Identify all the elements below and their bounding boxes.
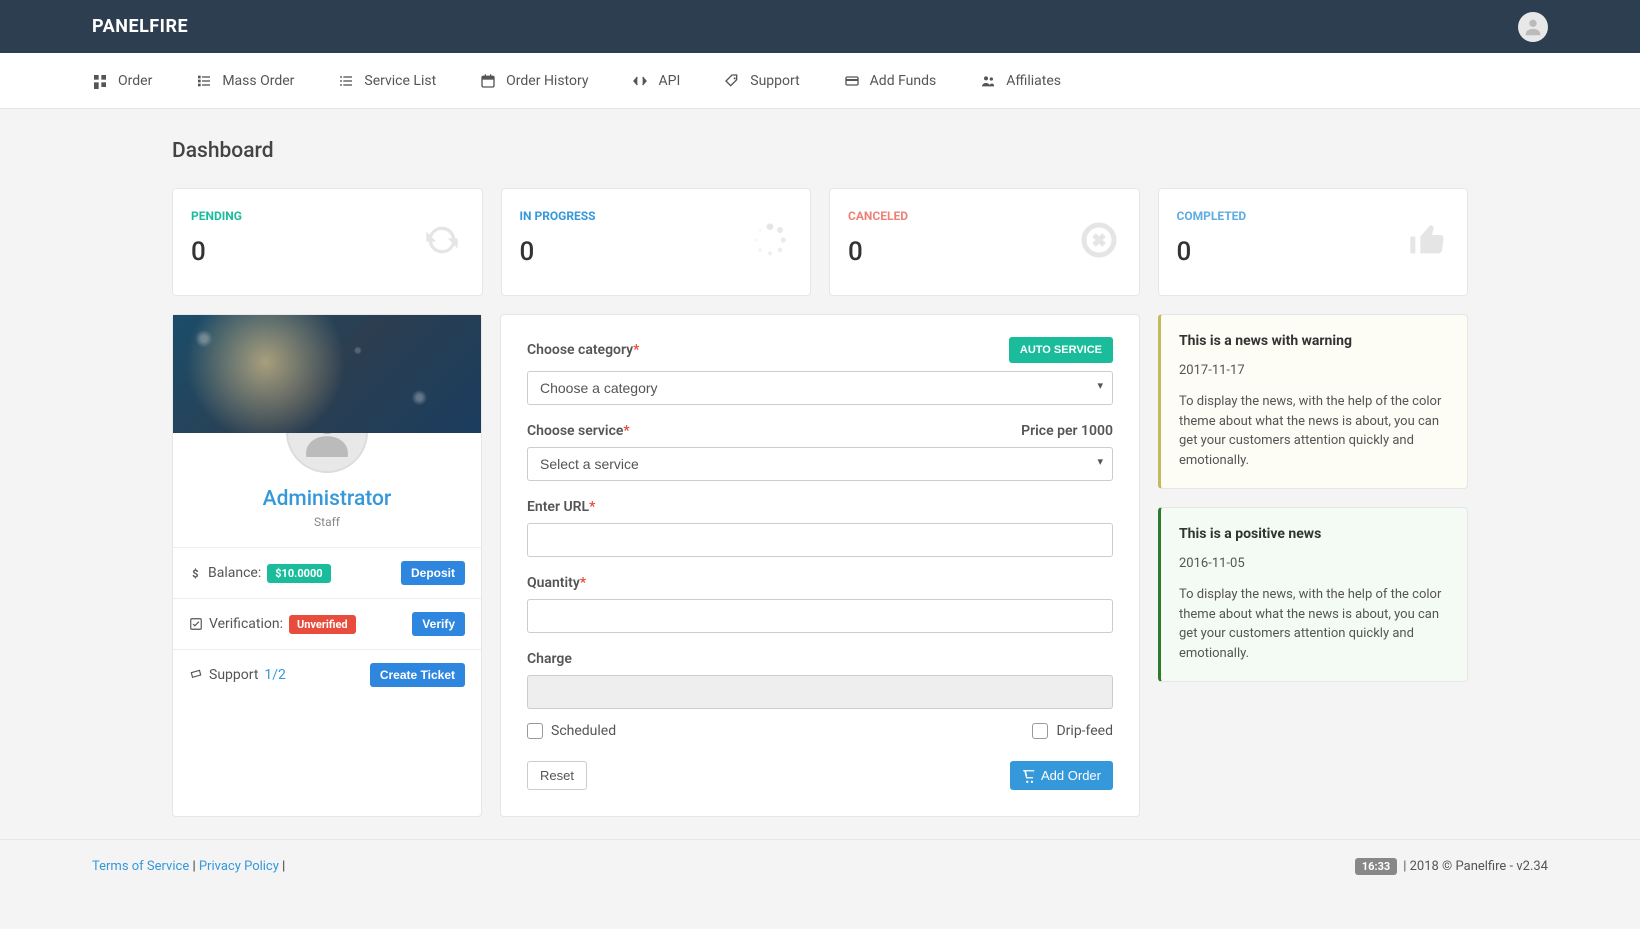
quantity-label: Quantity*	[527, 575, 1113, 591]
user-avatar[interactable]	[1518, 12, 1548, 42]
support-row: Support 1/2 Create Ticket	[173, 649, 481, 700]
nav-label: Mass Order	[222, 73, 294, 89]
nav-label: Service List	[364, 73, 436, 89]
news-date: 2016-11-05	[1179, 556, 1449, 571]
footer-time: 16:33	[1355, 858, 1397, 875]
card-icon	[844, 73, 860, 89]
category-select[interactable]: Choose a category	[527, 371, 1113, 405]
add-order-button[interactable]: Add Order	[1010, 761, 1113, 790]
verification-label: Verification:	[209, 616, 283, 632]
check-square-icon	[189, 617, 203, 631]
thumbs-up-icon	[1407, 220, 1447, 264]
verify-button[interactable]: Verify	[412, 612, 465, 636]
nav-bar: Order Mass Order Service List Order Hist…	[0, 53, 1640, 109]
order-form-card: Choose category* AUTO SERVICE Choose a c…	[500, 314, 1140, 817]
url-label: Enter URL*	[527, 499, 1113, 515]
balance-label: Balance:	[208, 565, 261, 581]
spinner-icon	[750, 220, 790, 264]
create-ticket-button[interactable]: Create Ticket	[370, 663, 465, 687]
checkbox-label: Drip-feed	[1056, 723, 1113, 739]
charge-label: Charge	[527, 651, 1113, 667]
news-column: This is a news with warning 2017-11-17 T…	[1158, 314, 1468, 817]
dollar-icon: $	[189, 567, 202, 580]
scheduled-checkbox[interactable]: Scheduled	[527, 723, 616, 739]
cancel-icon	[1079, 220, 1119, 264]
balance-badge: $10.0000	[267, 564, 330, 583]
tag-icon	[724, 73, 740, 89]
news-title: This is a news with warning	[1179, 333, 1449, 349]
reset-button[interactable]: Reset	[527, 761, 587, 790]
code-icon	[632, 73, 648, 89]
calendar-icon	[480, 73, 496, 89]
verification-badge: Unverified	[289, 615, 356, 634]
tos-link[interactable]: Terms of Service	[92, 859, 189, 874]
profile-role: Staff	[173, 515, 481, 547]
url-input[interactable]	[527, 523, 1113, 557]
grid-icon	[92, 73, 108, 89]
charge-input	[527, 675, 1113, 709]
users-icon	[980, 73, 996, 89]
quantity-input[interactable]	[527, 599, 1113, 633]
stat-canceled: CANCELED 0	[829, 188, 1140, 296]
profile-name[interactable]: Administrator	[173, 487, 481, 511]
ticket-icon	[189, 668, 203, 682]
news-item-positive: This is a positive news 2016-11-05 To di…	[1158, 507, 1468, 682]
top-header: PANELFIRE	[0, 0, 1640, 53]
svg-text:$: $	[192, 567, 198, 580]
price-label: Price per 1000	[1021, 423, 1113, 439]
nav-add-funds[interactable]: Add Funds	[844, 73, 937, 89]
stat-completed: COMPLETED 0	[1158, 188, 1469, 296]
dripfeed-checkbox[interactable]: Drip-feed	[1032, 723, 1113, 739]
lines-icon	[338, 73, 354, 89]
page-title: Dashboard	[172, 139, 1468, 163]
nav-label: Support	[750, 73, 799, 89]
footer-links: Terms of Service | Privacy Policy |	[92, 859, 285, 874]
nav-label: Add Funds	[870, 73, 937, 89]
service-select[interactable]: Select a service	[527, 447, 1113, 481]
nav-support[interactable]: Support	[724, 73, 799, 89]
button-label: Add Order	[1041, 768, 1101, 783]
footer: Terms of Service | Privacy Policy | 16:3…	[0, 839, 1640, 893]
checkbox-icon	[527, 723, 543, 739]
profile-cover	[173, 315, 481, 433]
support-count[interactable]: 1/2	[264, 667, 286, 683]
nav-service-list[interactable]: Service List	[338, 73, 436, 89]
news-item-warning: This is a news with warning 2017-11-17 T…	[1158, 314, 1468, 489]
category-label: Choose category*	[527, 342, 639, 358]
cart-icon	[1022, 769, 1036, 783]
stats-row: PENDING 0 IN PROGRESS 0 CANCELED 0 COMPL…	[172, 188, 1468, 296]
nav-order[interactable]: Order	[92, 73, 152, 89]
nav-label: Order	[118, 73, 152, 89]
news-body: To display the news, with the help of th…	[1179, 585, 1449, 663]
footer-right: 16:33 | 2018 © Panelfire - v2.34	[1355, 858, 1548, 875]
privacy-link[interactable]: Privacy Policy	[199, 859, 279, 874]
news-body: To display the news, with the help of th…	[1179, 392, 1449, 470]
nav-affiliates[interactable]: Affiliates	[980, 73, 1061, 89]
nav-label: Order History	[506, 73, 588, 89]
stat-pending: PENDING 0	[172, 188, 483, 296]
verification-row: Verification: Unverified Verify	[173, 598, 481, 649]
deposit-button[interactable]: Deposit	[401, 561, 465, 585]
nav-label: Affiliates	[1006, 73, 1061, 89]
balance-row: $ Balance: $10.0000 Deposit	[173, 547, 481, 598]
footer-copyright: | 2018 © Panelfire - v2.34	[1403, 859, 1548, 874]
checkbox-icon	[1032, 723, 1048, 739]
nav-mass-order[interactable]: Mass Order	[196, 73, 294, 89]
news-date: 2017-11-17	[1179, 363, 1449, 378]
profile-card: Administrator Staff $ Balance: $10.0000 …	[172, 314, 482, 817]
checkbox-label: Scheduled	[551, 723, 616, 739]
list-icon	[196, 73, 212, 89]
nav-order-history[interactable]: Order History	[480, 73, 588, 89]
user-icon	[1522, 16, 1544, 38]
news-title: This is a positive news	[1179, 526, 1449, 542]
auto-service-button[interactable]: AUTO SERVICE	[1009, 337, 1113, 363]
nav-label: API	[658, 73, 680, 89]
nav-api[interactable]: API	[632, 73, 680, 89]
support-label: Support	[209, 667, 258, 683]
stat-in-progress: IN PROGRESS 0	[501, 188, 812, 296]
service-label: Choose service*	[527, 423, 630, 439]
brand-logo[interactable]: PANELFIRE	[92, 16, 188, 37]
refresh-icon	[422, 220, 462, 264]
